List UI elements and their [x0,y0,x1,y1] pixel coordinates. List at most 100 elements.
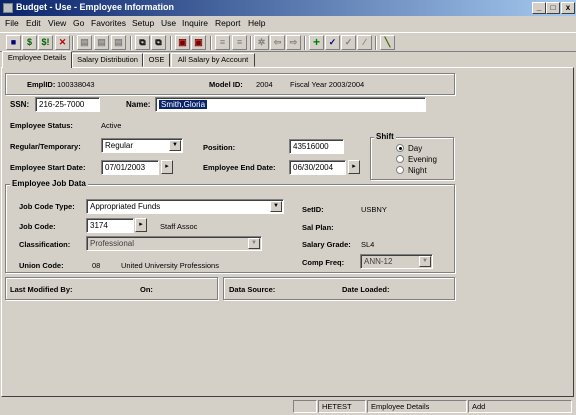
union-code-label: Union Code: [19,261,64,270]
menu-favorites[interactable]: Favorites [91,18,126,28]
menu-inquire[interactable]: Inquire [182,18,208,28]
paste-icon[interactable]: ⧉ [151,35,166,50]
fiscal-year: Fiscal Year 2003/2004 [290,80,365,89]
maximize-button[interactable]: □ [546,2,560,14]
delete-icon[interactable]: ✕ [55,35,70,50]
menu-setup[interactable]: Setup [132,18,154,28]
grid1-icon[interactable]: ▤ [77,35,92,50]
status-value: Active [101,121,122,130]
end-date-calendar-icon[interactable]: ▸ [348,160,360,174]
end-date-field[interactable]: 06/30/2004 [289,160,346,175]
title-bar: Budget - Use - Employee Information _ □ … [0,0,576,16]
job-code-type-select[interactable]: Appropriated Funds ▼ [86,199,284,214]
job-code-lookup-icon[interactable]: ▸ [135,218,147,232]
comp-freq-select[interactable]: ANN-12 ▼ [360,254,433,269]
tab-employee-details[interactable]: Employee Details [2,51,72,68]
on-label: On: [140,285,153,294]
back-icon[interactable]: ⇦ [270,35,285,50]
emplid-value: 100338043 [57,80,95,89]
name-field[interactable]: Smith,Gloria [155,97,426,112]
chevron-down-icon[interactable]: ▼ [248,238,260,249]
status-label: Employee Status: [10,121,73,130]
app-icon [3,3,13,13]
sal-plan-label: Sal Plan: [302,223,334,232]
chevron-down-icon[interactable]: ▼ [270,201,282,212]
chevron-down-icon[interactable]: ▼ [169,140,181,151]
classification-select[interactable]: Professional ▼ [86,236,262,251]
regular-temporary-select[interactable]: Regular ▼ [101,138,183,153]
menu-help[interactable]: Help [248,18,265,28]
grid2-icon[interactable]: ▤ [94,35,109,50]
copy-icon[interactable]: ⧉ [135,35,150,50]
shift-day-label: Day [408,144,423,153]
window-title: Budget - Use - Employee Information [16,2,175,12]
job-code-description: Staff Assoc [160,222,198,231]
status-page: Employee Details [367,400,467,413]
name-value: Smith,Gloria [159,100,208,109]
emplid-label: EmplID: [27,80,56,89]
toolbar-separator [250,36,252,50]
chevron-down-icon[interactable]: ▼ [419,256,431,267]
setid-label: SetID: [302,205,324,214]
shift-day-radio[interactable] [396,144,404,152]
shift-night-label: Night [408,166,427,175]
shift-evening-radio[interactable] [396,155,404,163]
start-date-field[interactable]: 07/01/2003 [101,160,159,175]
menu-report[interactable]: Report [215,18,241,28]
toolbar-separator [130,36,132,50]
check-icon[interactable]: ✓ [325,35,340,50]
toolbar-separator [375,36,377,50]
classification-label: Classification: [19,240,71,249]
job-code-label: Job Code: [19,222,56,231]
check2-icon[interactable]: ✓ [341,35,356,50]
start-date-label: Employee Start Date: [10,163,86,172]
start-date-calendar-icon[interactable]: ▸ [161,160,173,174]
menu-edit[interactable]: Edit [26,18,41,28]
search-icon[interactable]: ▣ [175,35,190,50]
salary-grade-label: Salary Grade: [302,240,351,249]
regular-temporary-value: Regular [105,141,134,150]
forward-icon[interactable]: ⇨ [286,35,301,50]
comp-freq-label: Comp Freq: [302,258,345,267]
last-modified-label: Last Modified By: [10,285,73,294]
job-data-title: Employee Job Data [10,179,88,188]
menu-use[interactable]: Use [161,18,176,28]
close-button[interactable]: x [561,2,575,14]
toolbar-separator [72,36,74,50]
shift-night-radio[interactable] [396,166,404,174]
settings-icon[interactable]: ✲ [254,35,269,50]
job-code-type-label: Job Code Type: [19,202,75,211]
save-icon[interactable]: ■ [6,35,21,50]
end-date-label: Employee End Date: [203,163,276,172]
zoom-icon[interactable]: ▣ [191,35,206,50]
money-icon[interactable]: $ [22,35,37,50]
menu-view[interactable]: View [48,18,66,28]
menu-file[interactable]: File [5,18,19,28]
status-pane-empty [293,400,317,413]
minimize-button[interactable]: _ [532,2,546,14]
edit-icon[interactable]: ∕ [357,35,372,50]
toolbar: ■ $ $! ✕ ▤ ▤ ▤ ⧉ ⧉ ▣ ▣ ≡ ≡ ✲ ⇦ ⇨ + ✓ ✓ ∕… [0,32,576,52]
ssn-label: SSN: [10,100,30,109]
tab-all-salary-by-account[interactable]: All Salary by Account [171,53,255,67]
ssn-field[interactable]: 216-25-7000 [35,97,100,112]
tab-salary-distribution[interactable]: Salary Distribution [72,53,143,67]
list2-icon[interactable]: ≡ [232,35,247,50]
status-mode: Add [468,400,572,413]
shift-evening-label: Evening [408,155,437,164]
comp-freq-value: ANN-12 [364,257,393,266]
menu-go[interactable]: Go [73,18,84,28]
salary-grade-value: SL4 [361,240,375,249]
job-code-field[interactable]: 3174 [86,218,134,233]
model-id-label: Model ID: [209,80,243,89]
position-field[interactable]: 43516000 [289,139,344,154]
grid3-icon[interactable]: ▤ [111,35,126,50]
money-alert-icon[interactable]: $! [38,35,53,50]
job-code-type-value: Appropriated Funds [90,202,161,211]
pencil-icon[interactable]: ╲ [380,35,395,50]
add-icon[interactable]: + [309,35,324,50]
classification-value: Professional [90,239,135,248]
tab-ose[interactable]: OSE [143,53,170,67]
toolbar-separator [304,36,306,50]
list1-icon[interactable]: ≡ [215,35,230,50]
